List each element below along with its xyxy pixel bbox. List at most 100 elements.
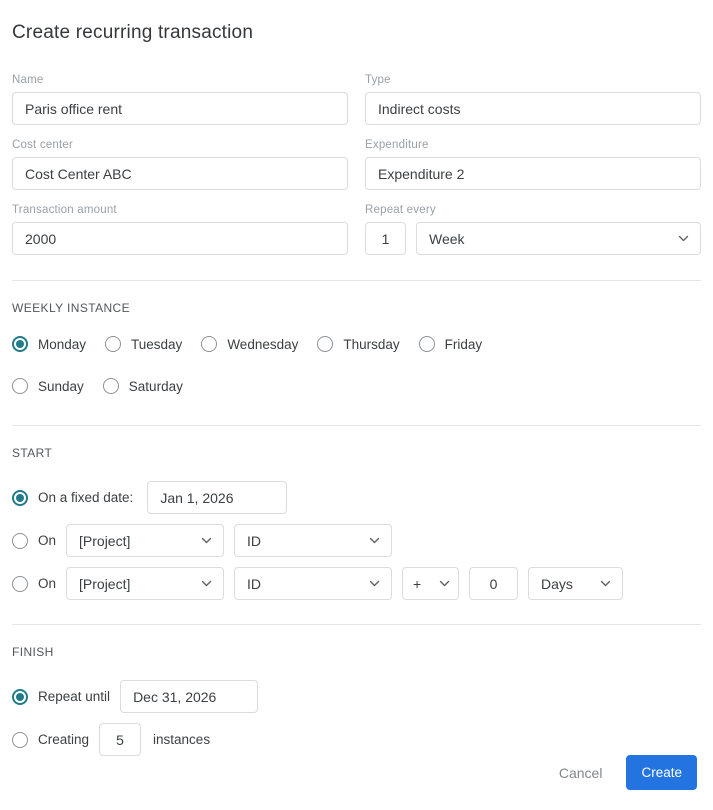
start-project-select[interactable]: [Project] <box>66 524 225 557</box>
radio-icon <box>12 688 28 705</box>
radio-icon <box>12 532 28 549</box>
weekday-radio-saturday[interactable]: Saturday <box>102 378 183 394</box>
radio-icon <box>12 575 28 592</box>
start-offset-operator-select[interactable]: + <box>402 567 460 600</box>
finish-section: FINISH Repeat until Creating instances <box>12 645 701 756</box>
radio-icon <box>102 378 119 394</box>
weekday-label: Monday <box>38 336 87 352</box>
create-button[interactable]: Create <box>626 755 697 790</box>
name-label: Name <box>12 74 44 86</box>
start-offset-amount-input[interactable] <box>469 567 519 600</box>
finish-repeat-until-row: Repeat until <box>12 680 701 713</box>
chevron-down-icon <box>678 235 689 242</box>
weekday-label: Thursday <box>343 336 400 352</box>
divider <box>12 425 701 426</box>
instances-suffix-label: instances <box>153 732 211 747</box>
start-offset-operator-value: + <box>413 575 422 592</box>
cost-center-label: Cost center <box>12 139 74 151</box>
chevron-down-icon <box>201 537 212 544</box>
dialog-title: Create recurring transaction <box>12 22 254 43</box>
weekday-label: Friday <box>444 336 483 352</box>
radio-icon <box>418 336 435 352</box>
dialog-footer: Cancel Create <box>559 755 697 790</box>
start-fixed-date-radio[interactable]: On a fixed date: <box>12 489 134 506</box>
start-reference-value: ID <box>247 532 262 549</box>
repeat-every-label: Repeat every <box>365 204 436 216</box>
section-heading-weekly-instance: WEEKLY INSTANCE <box>12 301 131 315</box>
type-label: Type <box>365 74 391 86</box>
repeat-interval-input[interactable] <box>365 222 406 255</box>
start-offset-reference-value: ID <box>247 575 262 592</box>
section-heading-start: START <box>12 446 53 460</box>
expenditure-field: Expenditure <box>365 139 701 190</box>
radio-icon <box>12 731 28 748</box>
start-fixed-date-label: On a fixed date: <box>38 490 134 505</box>
start-offset-reference-select[interactable]: ID <box>234 567 393 600</box>
expenditure-input[interactable] <box>365 157 701 190</box>
expenditure-label: Expenditure <box>365 139 429 151</box>
start-project-value: [Project] <box>79 532 131 549</box>
divider <box>12 280 701 281</box>
radio-icon <box>201 336 218 352</box>
cancel-button[interactable]: Cancel <box>559 765 603 781</box>
form-grid: Name Type Cost center Expenditure Transa… <box>12 74 701 255</box>
transaction-amount-input[interactable] <box>12 222 348 255</box>
radio-icon <box>12 336 28 352</box>
finish-repeat-until-input[interactable] <box>120 680 259 713</box>
repeat-every-field: Repeat every Week <box>365 204 701 255</box>
weekday-radio-thursday[interactable]: Thursday <box>317 336 400 352</box>
start-fixed-date-input[interactable] <box>147 481 288 514</box>
section-heading-finish: FINISH <box>12 645 54 659</box>
radio-icon <box>12 378 28 394</box>
start-offset-project-select[interactable]: [Project] <box>66 567 225 600</box>
divider <box>12 624 701 625</box>
cost-center-field: Cost center <box>12 139 348 190</box>
weekday-label: Wednesday <box>227 336 299 352</box>
repeat-unit-value: Week <box>429 230 465 247</box>
start-reference-select[interactable]: ID <box>234 524 393 557</box>
chevron-down-icon <box>369 537 380 544</box>
weekday-radio-tuesday[interactable]: Tuesday <box>105 336 182 352</box>
weekday-row-1: Monday Tuesday Wednesday Thursday Friday <box>12 336 701 352</box>
finish-repeat-until-label: Repeat until <box>38 689 111 704</box>
start-fixed-date-row: On a fixed date: <box>12 481 701 514</box>
weekday-label: Sunday <box>38 378 84 394</box>
weekday-row-2: Sunday Saturday <box>12 378 701 394</box>
chevron-down-icon <box>600 580 611 587</box>
weekday-label: Tuesday <box>131 336 183 352</box>
transaction-amount-label: Transaction amount <box>12 204 117 216</box>
start-on-event-offset-label: On <box>38 576 57 591</box>
type-input[interactable] <box>365 92 701 125</box>
start-offset-unit-value: Days <box>541 575 573 592</box>
chevron-down-icon <box>369 580 380 587</box>
weekday-radio-monday[interactable]: Monday <box>12 336 86 352</box>
transaction-amount-field: Transaction amount <box>12 204 348 255</box>
start-on-event-row: On [Project] ID <box>12 524 701 557</box>
radio-icon <box>12 489 28 506</box>
finish-repeat-until-radio[interactable]: Repeat until <box>12 688 111 705</box>
finish-creating-label: Creating <box>38 732 90 747</box>
start-on-event-offset-radio[interactable]: On <box>12 575 57 592</box>
name-input[interactable] <box>12 92 348 125</box>
start-on-event-label: On <box>38 533 57 548</box>
cost-center-input[interactable] <box>12 157 348 190</box>
weekday-label: Saturday <box>128 378 183 394</box>
radio-icon <box>317 336 334 352</box>
finish-creating-radio[interactable]: Creating <box>12 731 90 748</box>
weekday-radio-sunday[interactable]: Sunday <box>12 378 84 394</box>
type-field: Type <box>365 74 701 125</box>
start-offset-unit-select[interactable]: Days <box>528 567 624 600</box>
chevron-down-icon <box>201 580 212 587</box>
finish-creating-row: Creating instances <box>12 723 701 756</box>
radio-icon <box>105 336 122 352</box>
start-on-event-offset-row: On [Project] ID + 0 Days <box>12 567 701 600</box>
start-section: START On a fixed date: On [Project] ID <box>12 446 701 600</box>
name-field: Name <box>12 74 348 125</box>
weekday-radio-friday[interactable]: Friday <box>418 336 483 352</box>
repeat-unit-select[interactable]: Week <box>416 222 701 255</box>
start-on-event-radio[interactable]: On <box>12 532 57 549</box>
start-offset-project-value: [Project] <box>79 575 131 592</box>
weekday-radio-wednesday[interactable]: Wednesday <box>201 336 298 352</box>
weekly-instance-section: WEEKLY INSTANCE Monday Tuesday Wednesday… <box>12 301 701 394</box>
finish-instances-count-input[interactable] <box>99 723 142 756</box>
